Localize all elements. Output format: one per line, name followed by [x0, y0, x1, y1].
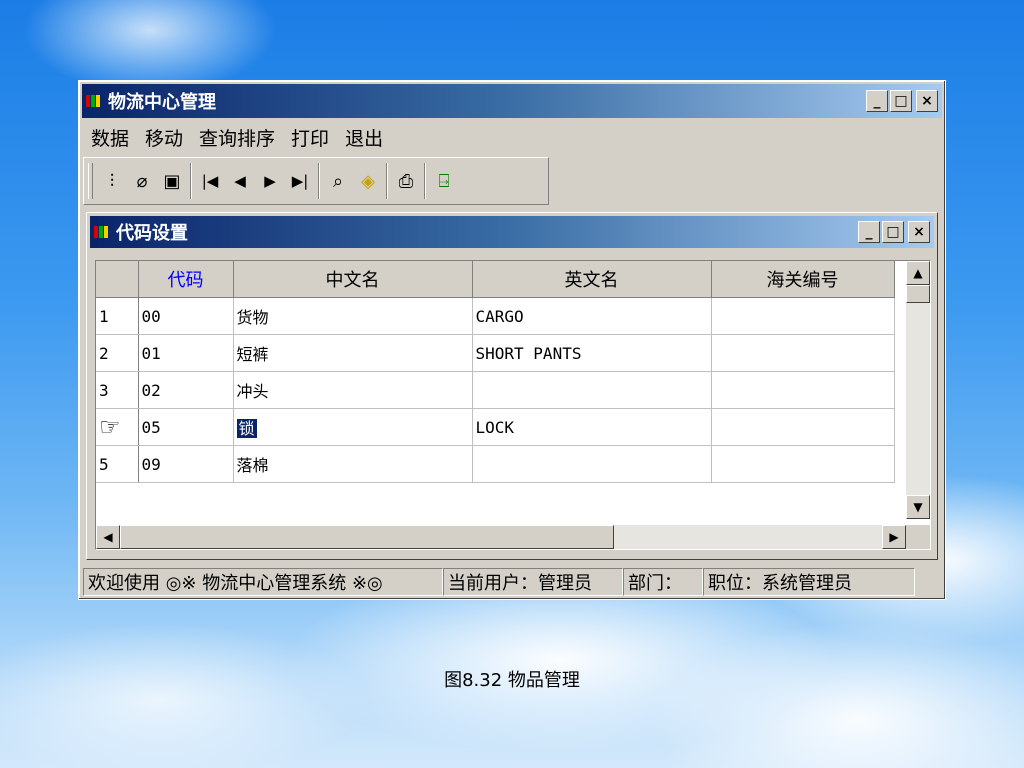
filter-icon[interactable]: ◈ — [353, 163, 383, 199]
cell-cn-name[interactable]: 冲头 — [233, 371, 473, 409]
child-app-icon — [94, 224, 110, 240]
cell-cn-name-selected[interactable]: 锁 — [233, 408, 473, 446]
cell-en-name[interactable]: LOCK — [472, 408, 712, 446]
cell-customs-no[interactable] — [711, 334, 895, 372]
cell-customs-no[interactable] — [711, 445, 895, 483]
column-header-code[interactable]: 代码 — [138, 261, 234, 298]
table-row[interactable]: 2 01 短裤 SHORT PANTS — [96, 334, 895, 372]
next-record-icon[interactable]: ▶ — [255, 163, 285, 199]
child-close-button[interactable]: × — [908, 221, 930, 243]
close-button[interactable]: × — [916, 90, 938, 112]
header-row: 代码 中文名 英文名 海关编号 — [96, 261, 895, 298]
menu-data[interactable]: 数据 — [83, 124, 137, 151]
row-number[interactable]: 2 — [96, 334, 139, 372]
toolbar: ⫶ ⌀ ▣ |◀ ◀ ▶ ▶| ⌕ ◈ ⎙ ⍈ — [83, 157, 549, 205]
toolbar-separator — [190, 163, 192, 199]
scroll-left-button[interactable]: ◀ — [96, 525, 120, 549]
table-row[interactable]: 5 09 落棉 — [96, 445, 895, 483]
cell-en-name[interactable]: CARGO — [472, 297, 712, 335]
menu-print[interactable]: 打印 — [283, 124, 337, 151]
row-number[interactable]: 1 — [96, 297, 139, 335]
save-icon[interactable]: ▣ — [157, 163, 187, 199]
current-row-hand-icon[interactable]: ☞ — [96, 408, 139, 446]
first-record-icon[interactable]: |◀ — [195, 163, 225, 199]
resize-grip[interactable] — [906, 525, 930, 549]
status-role: 职位：系统管理员 — [703, 568, 915, 596]
cell-cn-name[interactable]: 货物 — [233, 297, 473, 335]
row-number[interactable]: 5 — [96, 445, 139, 483]
cell-en-name[interactable] — [472, 371, 712, 409]
status-welcome: 欢迎使用 ◎※ 物流中心管理系统 ※◎ — [83, 568, 443, 596]
main-window-title: 物流中心管理 — [108, 92, 216, 113]
find-icon[interactable]: ⌕ — [323, 163, 353, 199]
horizontal-scroll-thumb[interactable] — [120, 525, 614, 549]
menubar: 数据 移动 查询排序 打印 退出 — [83, 119, 941, 155]
cell-customs-no[interactable] — [711, 408, 895, 446]
table-row[interactable]: 3 02 冲头 — [96, 371, 895, 409]
vertical-scroll-thumb[interactable] — [906, 285, 930, 303]
status-user: 当前用户：管理员 — [443, 568, 623, 596]
last-record-icon[interactable]: ▶| — [285, 163, 315, 199]
maximize-button[interactable]: □ — [890, 90, 912, 112]
prev-record-icon[interactable]: ◀ — [225, 163, 255, 199]
cell-code[interactable]: 02 — [138, 371, 234, 409]
scroll-right-button[interactable]: ▶ — [882, 525, 906, 549]
cell-en-name[interactable]: SHORT PANTS — [472, 334, 712, 372]
data-grid: 代码 中文名 英文名 海关编号 1 00 货物 CARGO 2 01 短裤 SH… — [95, 260, 931, 550]
cell-code[interactable]: 05 — [138, 408, 234, 446]
cell-en-name[interactable] — [472, 445, 712, 483]
selected-text: 锁 — [236, 419, 257, 438]
column-header-cn-name[interactable]: 中文名 — [233, 261, 473, 298]
eraser-icon[interactable]: ⌀ — [127, 163, 157, 199]
vertical-scrollbar[interactable]: ▲ ▼ — [906, 261, 930, 519]
cell-code[interactable]: 09 — [138, 445, 234, 483]
main-titlebar[interactable]: 物流中心管理 _ □ × — [82, 84, 942, 118]
code-table: 代码 中文名 英文名 海关编号 1 00 货物 CARGO 2 01 短裤 SH… — [96, 261, 895, 483]
print-icon[interactable]: ⎙ — [391, 163, 421, 199]
scroll-up-button[interactable]: ▲ — [906, 261, 930, 285]
child-minimize-button[interactable]: _ — [858, 221, 880, 243]
row-number[interactable]: 3 — [96, 371, 139, 409]
statusbar: 欢迎使用 ◎※ 物流中心管理系统 ※◎ 当前用户：管理员 部门： 职位：系统管理… — [83, 567, 941, 597]
child-titlebar[interactable]: 代码设置 _ □ × — [90, 216, 934, 248]
code-settings-window: 代码设置 _ □ × 代码 中文名 英文名 海关编号 1 00 货物 CARGO… — [86, 212, 938, 560]
column-header-customs-no[interactable]: 海关编号 — [711, 261, 895, 298]
horizontal-scrollbar[interactable]: ◀ ▶ — [96, 525, 906, 549]
status-dept: 部门： — [623, 568, 703, 596]
cell-cn-name[interactable]: 短裤 — [233, 334, 473, 372]
row-indicator-header[interactable] — [96, 261, 139, 298]
app-icon — [86, 93, 102, 109]
cell-code[interactable]: 00 — [138, 297, 234, 335]
exit-door-icon[interactable]: ⍈ — [429, 163, 459, 199]
child-window-title: 代码设置 — [116, 223, 188, 244]
menu-move[interactable]: 移动 — [137, 124, 191, 151]
toolbar-separator — [386, 163, 388, 199]
cell-customs-no[interactable] — [711, 371, 895, 409]
toolbar-separator — [424, 163, 426, 199]
table-row-current[interactable]: ☞ 05 锁 LOCK — [96, 408, 895, 446]
column-header-en-name[interactable]: 英文名 — [472, 261, 712, 298]
menu-query-sort[interactable]: 查询排序 — [191, 124, 283, 151]
cell-cn-name[interactable]: 落棉 — [233, 445, 473, 483]
toolbar-grip[interactable] — [88, 163, 93, 199]
figure-caption: 图8.32 物品管理 — [444, 670, 580, 691]
scroll-down-button[interactable]: ▼ — [906, 495, 930, 519]
cell-customs-no[interactable] — [711, 297, 895, 335]
child-maximize-button[interactable]: □ — [882, 221, 904, 243]
pointing-hand-icon: ☞ — [99, 413, 121, 441]
menu-exit[interactable]: 退出 — [337, 124, 391, 151]
toolbar-separator — [318, 163, 320, 199]
select-icon[interactable]: ⫶ — [97, 163, 127, 199]
cell-code[interactable]: 01 — [138, 334, 234, 372]
minimize-button[interactable]: _ — [866, 90, 888, 112]
table-row[interactable]: 1 00 货物 CARGO — [96, 297, 895, 335]
